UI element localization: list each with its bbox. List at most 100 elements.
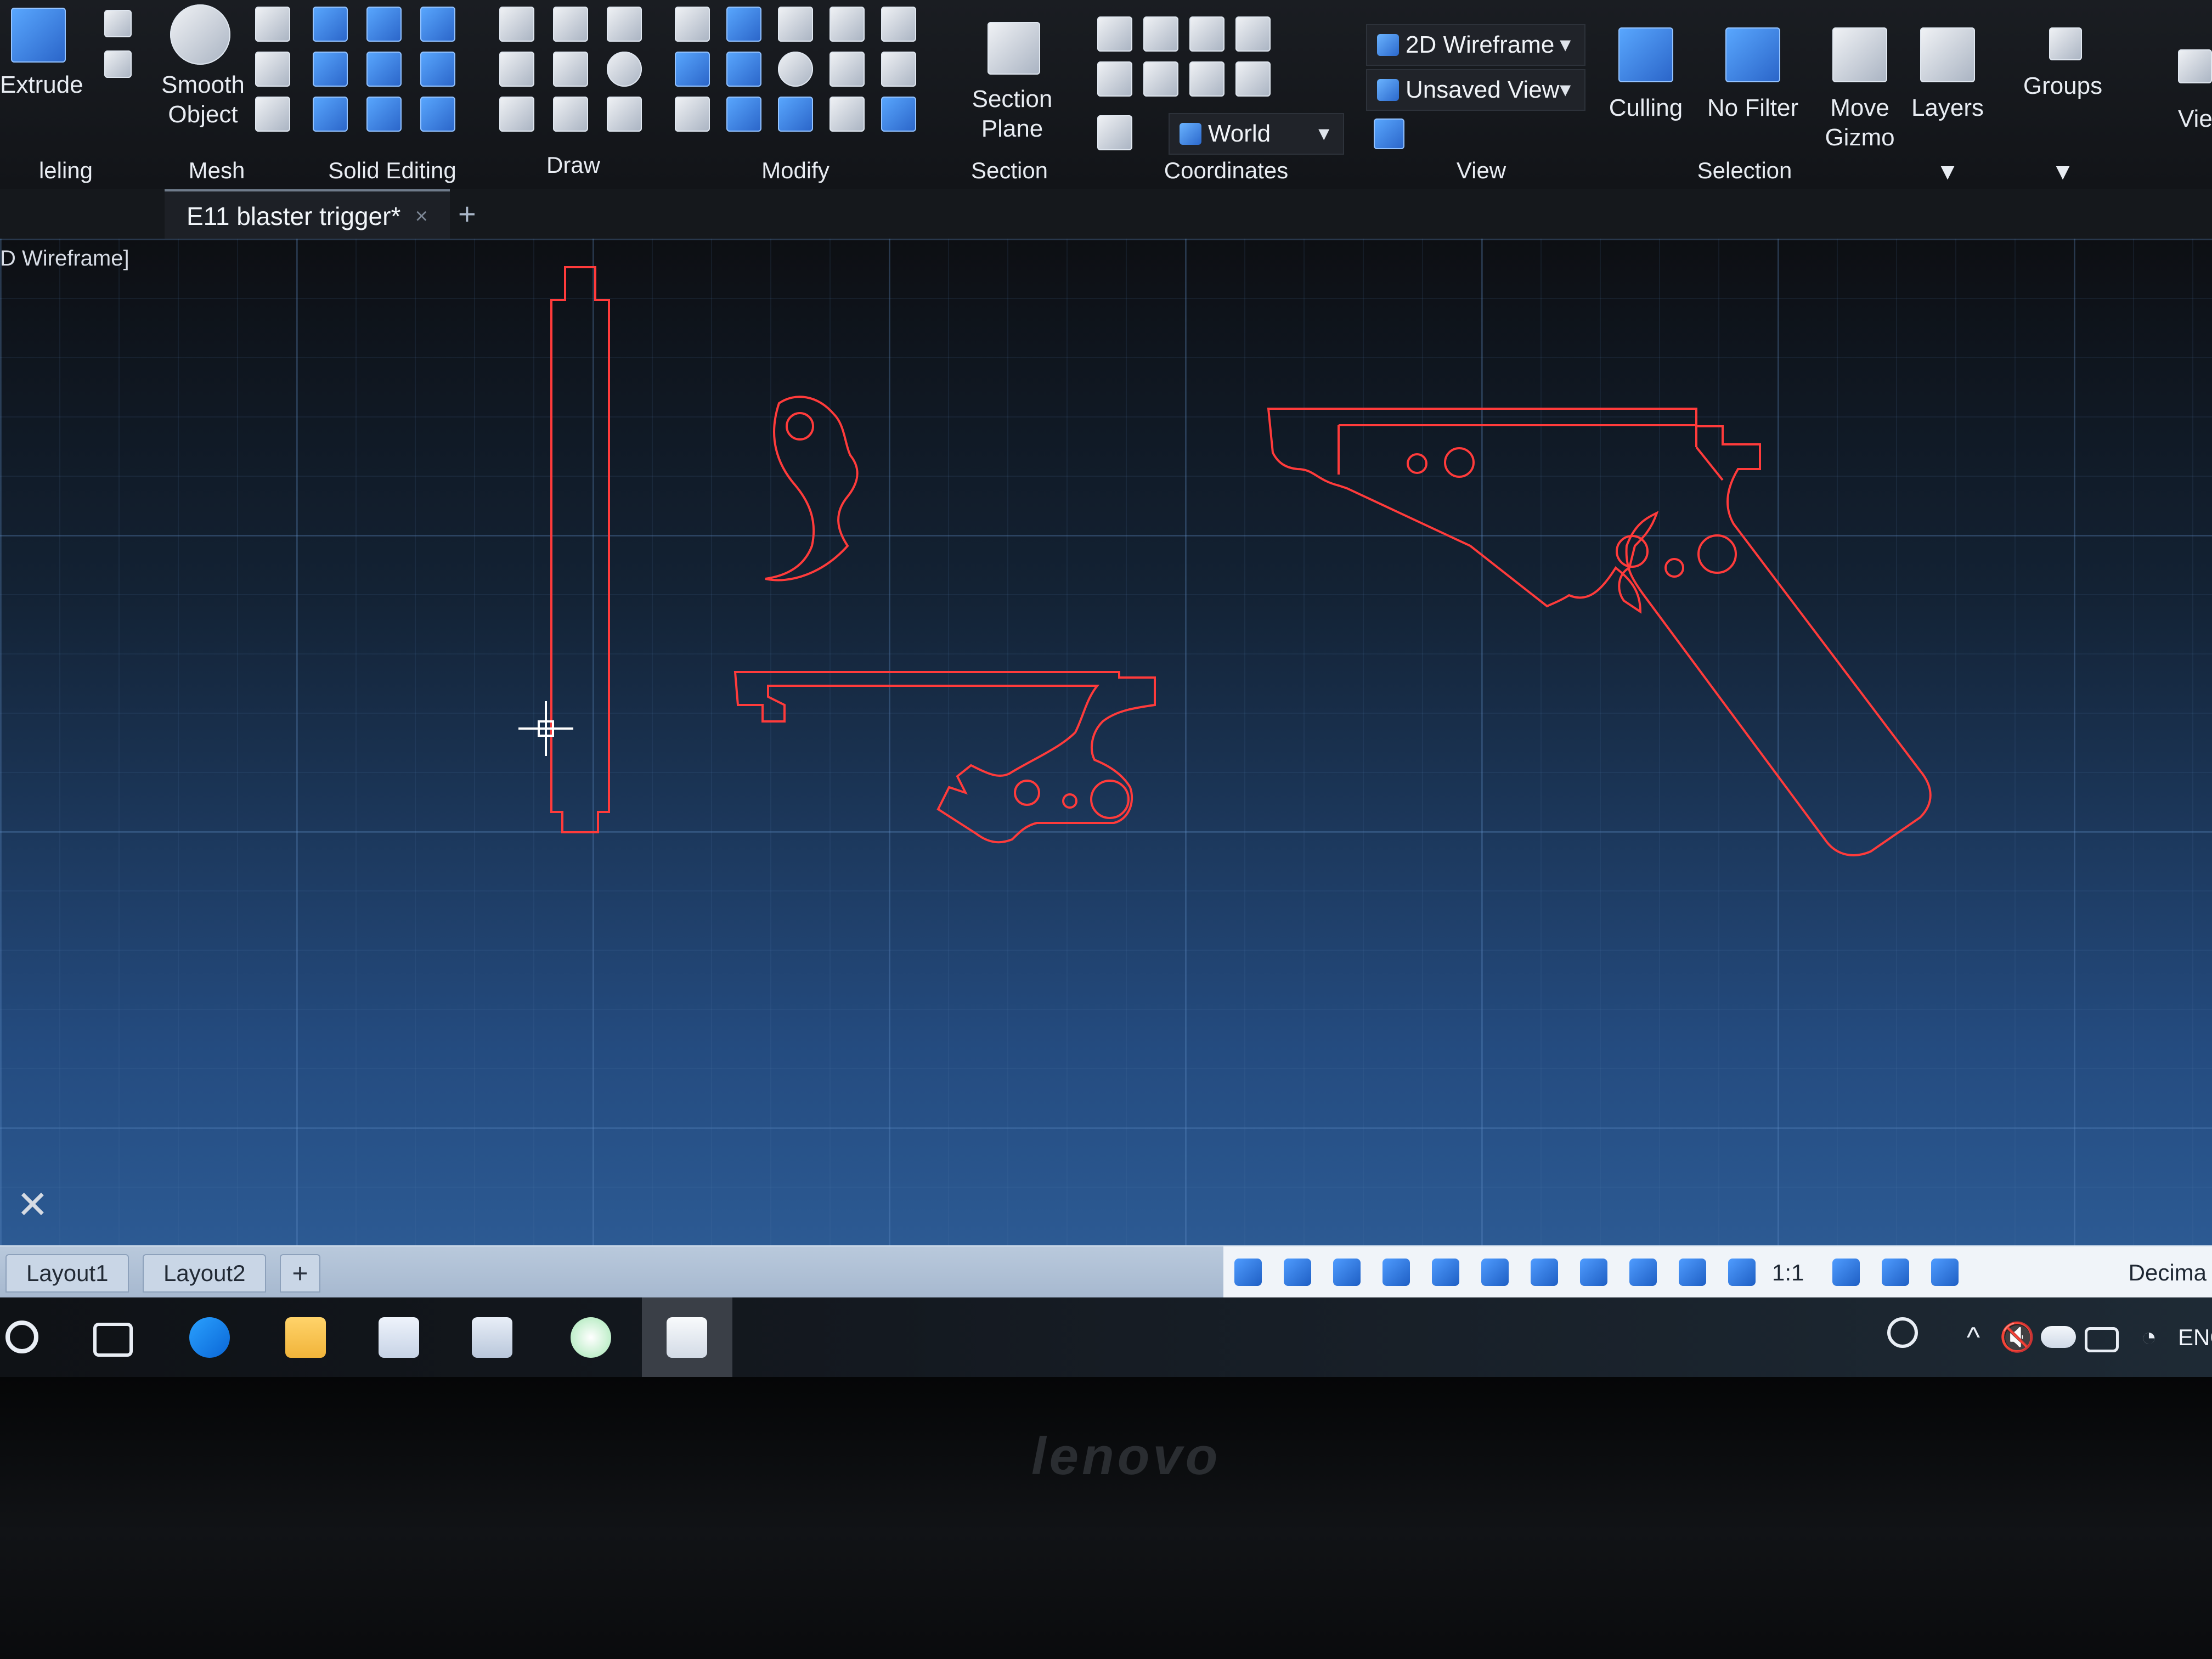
helix-icon[interactable] [553,7,588,42]
rotate-icon[interactable] [778,52,813,87]
layers-icon[interactable] [1920,27,1975,82]
grip-hole-4[interactable] [1664,558,1684,578]
onedrive-icon[interactable] [2041,1326,2076,1348]
3d-align-icon[interactable] [726,97,761,132]
saved-view-dropdown[interactable]: Unsaved View ▼ [1366,69,1585,111]
osnap-icon[interactable] [1432,1259,1459,1286]
array-icon[interactable] [830,7,865,42]
people-icon[interactable] [1887,1317,1918,1348]
drawing-canvas[interactable] [0,239,2212,1245]
3d-rotate-icon[interactable] [726,7,761,42]
solid-box-icon[interactable] [420,7,455,42]
layout-tab-2[interactable]: Layout2 [143,1254,267,1293]
media-player-icon[interactable] [571,1317,611,1358]
3d-array-icon[interactable] [726,52,761,87]
close-command-line-icon[interactable]: ✕ [16,1182,49,1227]
subtract-icon[interactable] [313,52,348,87]
autocad-taskbar-button[interactable] [642,1297,732,1377]
mesh-crease-icon[interactable] [255,97,290,132]
smooth-object-icon[interactable] [170,4,230,65]
imprint-icon[interactable] [366,97,402,132]
circle-icon[interactable] [607,52,642,87]
trigger-bar-outline[interactable] [550,266,610,833]
annotation-scale[interactable]: 1:1 [1772,1246,1804,1299]
annotation-visibility-icon[interactable] [1679,1259,1706,1286]
visual-style-dropdown[interactable]: 2D Wireframe ▼ [1366,24,1585,66]
panel-title-section[interactable]: Section [933,157,1086,184]
ucs-y-icon[interactable] [1143,61,1178,97]
panel-title-mesh[interactable]: Mesh [137,157,296,184]
align-icon[interactable] [675,97,710,132]
ucs-named-icon[interactable] [1097,115,1132,150]
wifi-icon[interactable]: ◔ [2129,1317,2169,1358]
layers-expand-icon[interactable]: ▼ [1893,159,2002,185]
language-indicator[interactable]: ENG [2178,1297,2212,1377]
sear-outline[interactable] [765,396,859,582]
offset-icon[interactable] [881,52,916,87]
drawing-viewport[interactable]: D Wireframe] ✕ [0,239,2212,1245]
view-icon[interactable] [2178,49,2212,83]
spline-icon[interactable] [499,52,534,87]
new-tab-button[interactable]: + [458,189,476,239]
grid-icon[interactable] [1234,1259,1262,1286]
viewport-config-icon[interactable] [1374,119,1404,149]
panel-title-solid-editing[interactable]: Solid Editing [302,157,483,184]
move-gizmo-icon[interactable] [1832,27,1887,82]
3d-move-icon[interactable] [675,52,710,87]
polar-icon[interactable] [1383,1259,1410,1286]
grip-hole-5[interactable] [1697,534,1737,574]
stretch-icon[interactable] [830,97,865,132]
union-icon[interactable] [313,7,348,42]
workspace-gear-icon[interactable] [1832,1259,1860,1286]
world-dropdown[interactable]: World ▼ [1169,113,1344,155]
close-icon[interactable]: × [415,191,428,241]
culling-icon[interactable] [1618,27,1673,82]
ucs-icon[interactable] [1097,16,1132,52]
grip-hole-1[interactable] [1407,453,1427,474]
move-icon[interactable] [778,7,813,42]
line-icon[interactable] [553,52,588,87]
trigger-hole-3[interactable] [1090,780,1130,819]
move-gizmo-label[interactable]: Move Gizmo [1816,93,1904,153]
grip-frame-outline[interactable] [1267,408,1932,856]
panel-title-draw[interactable]: Draw [488,152,658,178]
slice-icon[interactable] [366,52,402,87]
lineweight-icon[interactable] [1531,1259,1558,1286]
ucs-view-icon[interactable] [1235,16,1271,52]
separate-icon[interactable] [420,97,455,132]
ucs-face-icon[interactable] [1189,61,1224,97]
battery-icon[interactable] [2085,1327,2119,1352]
explode-icon[interactable] [881,97,916,132]
thicken-icon[interactable] [420,52,455,87]
document-tab[interactable]: E11 blaster trigger* × [165,189,450,239]
intersect-icon[interactable] [313,97,348,132]
trigger-hole-2[interactable] [1062,793,1077,809]
isolate-icon[interactable] [1931,1259,1959,1286]
add-layout-button[interactable]: + [280,1254,320,1293]
section-plane-icon[interactable] [988,22,1040,75]
panel-title-selection[interactable]: Selection [1602,157,1887,184]
layout-tab-1[interactable]: Layout1 [5,1254,129,1293]
mail-icon[interactable] [472,1317,512,1358]
polygon-icon[interactable] [499,97,534,132]
mesh-tool-icon[interactable] [255,7,290,42]
snap-icon[interactable] [1284,1259,1311,1286]
groups-icon[interactable] [2049,27,2082,60]
cortana-icon[interactable] [5,1321,38,1353]
ucs-world-icon[interactable] [1189,16,1224,52]
layers-label[interactable]: Layers [1893,93,2002,123]
auto-scale-icon[interactable] [1728,1259,1756,1286]
ortho-icon[interactable] [1333,1259,1361,1286]
ucs-origin-icon[interactable] [1097,61,1132,97]
region-icon[interactable] [607,97,642,132]
polyline-icon[interactable] [499,7,534,42]
sear-pivot-hole[interactable] [786,412,814,441]
arc-icon[interactable] [607,7,642,42]
extrude-icon[interactable] [11,8,66,63]
edge-icon[interactable] [189,1317,230,1358]
groups-label[interactable]: Groups [2008,71,2118,101]
trim-icon[interactable] [881,7,916,42]
mesh-refine-icon[interactable] [255,52,290,87]
ucs-x-icon[interactable] [1143,16,1178,52]
panel-title-modeling[interactable]: leling [0,157,132,184]
